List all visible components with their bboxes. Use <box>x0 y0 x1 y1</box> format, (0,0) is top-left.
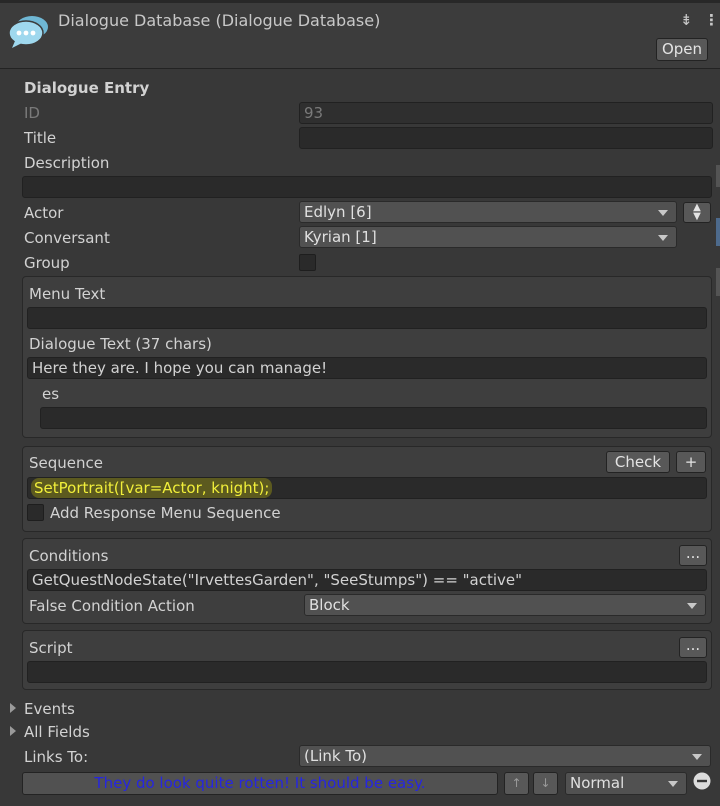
dialogue-text-field[interactable]: Here they are. I hope you can manage! <box>27 357 707 379</box>
link-to-dropdown-value: (Link To) <box>304 747 367 765</box>
false-condition-action-dropdown[interactable]: Block <box>304 594 706 616</box>
chevron-down-icon <box>658 210 668 216</box>
sequence-field[interactable]: SetPortrait([var=Actor, knight); <box>27 477 707 499</box>
link-to-dropdown[interactable]: (Link To) <box>299 745 711 767</box>
add-sequence-button[interactable]: + <box>676 451 706 473</box>
title-field[interactable] <box>299 127 713 149</box>
arrow-up-icon[interactable]: ↑ <box>504 772 529 795</box>
events-foldout-label[interactable]: Events <box>24 700 75 718</box>
script-field[interactable] <box>27 661 707 683</box>
menu-text-label: Menu Text <box>29 285 106 303</box>
link-destination-button[interactable]: They do look quite rotten! It should be … <box>22 772 498 795</box>
pin-icon[interactable]: ⇟ <box>680 11 693 29</box>
all-fields-foldout-label[interactable]: All Fields <box>24 723 90 741</box>
inspector-header: Dialogue Database (Dialogue Database) ⇟ … <box>0 3 720 69</box>
sequence-text: SetPortrait([var=Actor, knight); <box>31 478 273 498</box>
sequence-label: Sequence <box>29 454 103 472</box>
scrollbar-mark[interactable] <box>716 165 720 187</box>
links-to-label: Links To: <box>24 748 89 766</box>
check-button[interactable]: Check <box>606 451 670 473</box>
dialogue-text-label: Dialogue Text (37 chars) <box>29 335 212 353</box>
section-title-dialogue-entry: Dialogue Entry <box>24 79 150 97</box>
scrollbar-mark-active[interactable] <box>716 218 720 246</box>
link-priority-value: Normal <box>570 774 625 792</box>
locale-es-field[interactable] <box>40 407 707 429</box>
conditions-label: Conditions <box>29 547 109 565</box>
id-field: 93 <box>299 102 713 124</box>
script-label: Script <box>29 639 73 657</box>
open-button[interactable]: Open <box>656 38 708 61</box>
description-label: Description <box>24 154 110 172</box>
description-field[interactable] <box>22 176 712 198</box>
dialogue-system-logo-icon <box>8 16 48 48</box>
scrollbar-mark[interactable] <box>716 268 720 296</box>
conversant-label: Conversant <box>24 229 110 247</box>
conversant-dropdown-value: Kyrian [1] <box>304 228 377 246</box>
add-response-menu-sequence-checkbox[interactable] <box>27 504 44 521</box>
id-label: ID <box>24 104 40 122</box>
chevron-down-icon <box>658 235 668 241</box>
stepper-icon: ▲ ▼ <box>693 202 701 222</box>
group-label: Group <box>24 254 70 272</box>
link-priority-dropdown[interactable]: Normal <box>565 772 687 795</box>
conversant-dropdown[interactable]: Kyrian [1] <box>299 226 677 248</box>
actor-dropdown[interactable]: Edlyn [6] <box>299 201 677 223</box>
actor-label: Actor <box>24 204 64 222</box>
locale-es-label: es <box>42 385 60 403</box>
actor-stepper-button[interactable]: ▲ ▼ <box>683 202 711 223</box>
conditions-field[interactable]: GetQuestNodeState("IrvettesGarden", "See… <box>27 569 707 591</box>
minus-circle-icon[interactable] <box>693 772 711 790</box>
all-fields-foldout-arrow-icon[interactable] <box>10 726 16 736</box>
add-response-menu-sequence-label: Add Response Menu Sequence <box>50 504 281 522</box>
arrow-down-icon[interactable]: ↓ <box>533 772 558 795</box>
menu-text-field[interactable] <box>27 307 707 329</box>
inspector-title: Dialogue Database (Dialogue Database) <box>58 11 381 30</box>
false-condition-action-value: Block <box>309 596 350 614</box>
chevron-down-icon <box>692 754 702 760</box>
events-foldout-arrow-icon[interactable] <box>10 703 16 713</box>
title-label: Title <box>24 129 57 147</box>
kebab-menu-icon[interactable]: ⋮ <box>704 11 719 29</box>
chevron-down-icon <box>687 603 697 609</box>
chevron-down-icon <box>668 781 678 787</box>
conditions-more-button[interactable]: ... <box>679 545 707 566</box>
group-checkbox[interactable] <box>299 254 316 271</box>
actor-dropdown-value: Edlyn [6] <box>304 203 372 221</box>
false-condition-action-label: False Condition Action <box>29 597 195 615</box>
script-more-button[interactable]: ... <box>679 637 707 658</box>
